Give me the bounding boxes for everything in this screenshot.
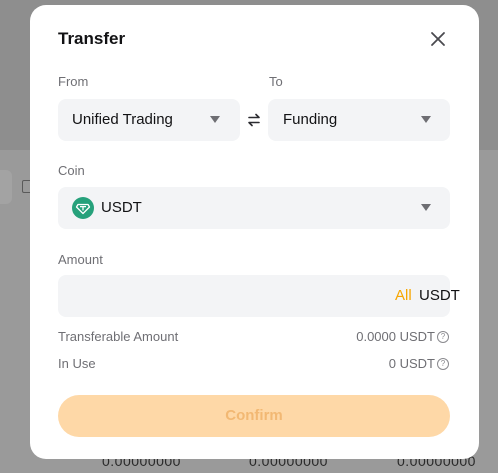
coin-select[interactable]: USDT [58, 187, 450, 229]
in-use-label: In Use [58, 356, 96, 371]
background-chip [0, 170, 12, 204]
transferable-amount-label: Transferable Amount [58, 329, 179, 344]
help-icon[interactable]: ? [437, 358, 449, 370]
amount-unit: USDT [419, 287, 460, 304]
swap-button[interactable] [242, 108, 266, 132]
transfer-modal: Transfer From To Unified Trading Funding… [30, 5, 479, 459]
chevron-down-icon [421, 204, 431, 211]
chevron-down-icon [210, 116, 220, 123]
all-amount-button[interactable]: All [395, 287, 412, 304]
from-account-select[interactable]: Unified Trading [58, 99, 240, 141]
in-use-value: 0 USDT [388, 356, 435, 371]
amount-input[interactable] [58, 275, 450, 317]
tether-icon [72, 197, 94, 219]
transferable-amount-value: 0.0000 USDT [356, 329, 435, 344]
modal-title: Transfer [58, 29, 126, 48]
coin-value: USDT [101, 199, 142, 216]
from-account-value: Unified Trading [72, 111, 173, 128]
confirm-button[interactable]: Confirm [58, 395, 450, 437]
close-icon [431, 32, 445, 46]
help-icon[interactable]: ? [437, 331, 449, 343]
to-label: To [269, 74, 283, 89]
close-button[interactable] [428, 29, 448, 49]
chevron-down-icon [421, 116, 431, 123]
coin-label: Coin [58, 163, 85, 178]
amount-label: Amount [58, 252, 103, 267]
from-label: From [58, 74, 89, 89]
swap-arrows-icon [248, 113, 260, 127]
to-account-value: Funding [283, 111, 338, 128]
to-account-select[interactable]: Funding [268, 99, 450, 141]
